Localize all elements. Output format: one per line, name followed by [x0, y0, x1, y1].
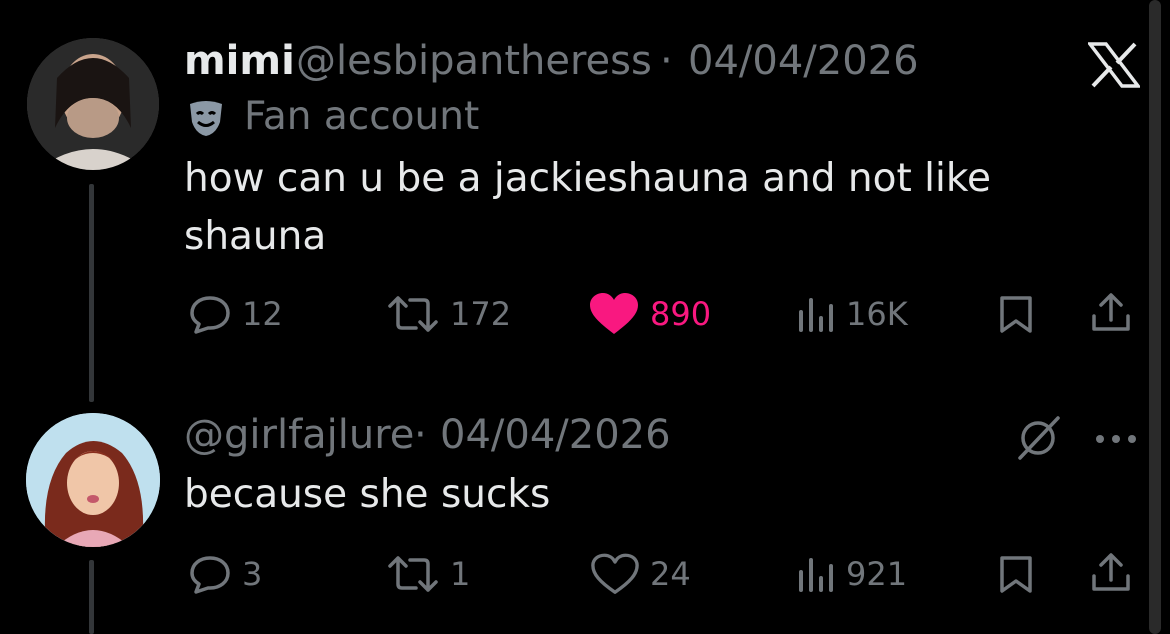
- reply-button[interactable]: 3: [188, 554, 262, 594]
- heart-icon: [590, 552, 640, 596]
- thread-connector-line-bottom: [89, 560, 94, 634]
- avatar[interactable]: [26, 413, 160, 547]
- scrollbar[interactable]: [1149, 0, 1161, 634]
- reply-count: 3: [242, 555, 263, 593]
- views-count: 921: [846, 555, 908, 593]
- views-button[interactable]: 921: [796, 554, 907, 594]
- reply-date[interactable]: 04/04/2026: [440, 412, 671, 458]
- more-dots-icon[interactable]: [1094, 430, 1138, 449]
- reply-bubble-icon: [188, 294, 232, 334]
- views-button[interactable]: 16K: [796, 294, 908, 334]
- views-chart-icon: [796, 554, 836, 594]
- display-name[interactable]: mimi: [184, 38, 295, 84]
- repost-button[interactable]: 172: [386, 294, 511, 334]
- avatar[interactable]: [27, 38, 159, 170]
- like-button[interactable]: 890: [588, 292, 711, 336]
- share-icon[interactable]: [1090, 292, 1132, 338]
- share-icon[interactable]: [1090, 552, 1132, 598]
- reply-bubble-icon: [188, 554, 232, 594]
- reply-text: because she sucks: [184, 472, 551, 517]
- grok-icon[interactable]: [1014, 416, 1062, 464]
- like-count: 24: [650, 555, 691, 593]
- theater-mask-icon: [186, 98, 226, 142]
- bookmark-icon[interactable]: [998, 554, 1034, 598]
- repost-button[interactable]: 1: [386, 554, 470, 594]
- views-chart-icon: [796, 294, 836, 334]
- post-date[interactable]: 04/04/2026: [688, 38, 919, 84]
- separator: ·: [414, 412, 427, 458]
- thread-connector-line: [89, 184, 94, 402]
- reply-count: 12: [242, 295, 283, 333]
- account-label: Fan account: [244, 94, 480, 139]
- repost-icon: [386, 294, 440, 334]
- repost-icon: [386, 554, 440, 594]
- repost-count: 1: [450, 555, 471, 593]
- handle[interactable]: @lesbipantheress: [296, 38, 652, 84]
- bookmark-icon[interactable]: [998, 294, 1034, 338]
- heart-icon: [588, 292, 640, 336]
- handle[interactable]: @girlfajlure: [184, 412, 414, 458]
- repost-count: 172: [450, 295, 512, 333]
- like-count: 890: [650, 295, 712, 333]
- separator: ·: [660, 38, 673, 84]
- like-button[interactable]: 24: [590, 552, 691, 596]
- reply-button[interactable]: 12: [188, 294, 283, 334]
- post-text: how can u be a jackieshauna and not like…: [184, 156, 992, 259]
- views-count: 16K: [846, 295, 908, 333]
- x-logo-icon[interactable]: [1086, 42, 1142, 92]
